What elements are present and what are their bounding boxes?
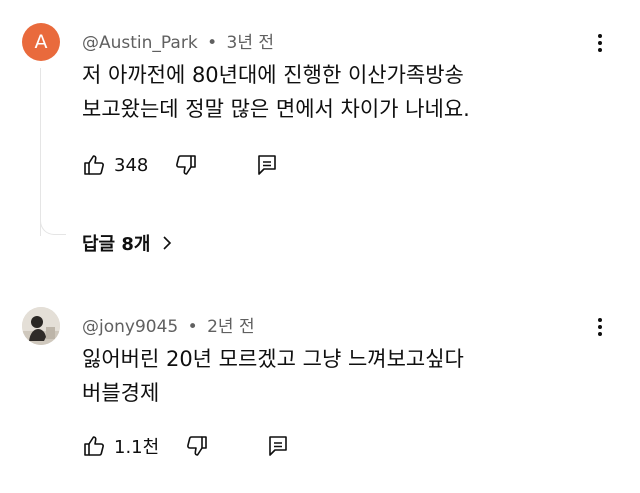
reply-icon xyxy=(258,155,277,175)
reply-button[interactable] xyxy=(256,153,278,177)
comment-time[interactable]: 3년 전 xyxy=(227,33,275,53)
replies-label: 답글 8개 xyxy=(82,234,151,255)
dislike-button[interactable] xyxy=(185,434,209,458)
comment-actions: 1.1천 xyxy=(82,432,289,460)
comment-text-line: 보고왔는데 정말 많은 면에서 차이가 나네요. xyxy=(82,97,470,121)
reply-button[interactable] xyxy=(267,434,289,458)
like-count: 348 xyxy=(114,154,149,176)
chevron-right-icon xyxy=(163,236,172,250)
comment-text: 잃어버린 20년 모르겠고 그냥 느껴보고싶다 버블경제 xyxy=(82,342,464,410)
thread-connector xyxy=(40,205,66,235)
avatar[interactable] xyxy=(22,307,60,345)
comment-meta: @jony9045 • 2년 전 xyxy=(82,312,255,337)
comment-text-line: 버블경제 xyxy=(82,381,160,405)
dislike-button[interactable] xyxy=(174,153,198,177)
meta-separator: • xyxy=(187,317,198,337)
thumbs-down-icon xyxy=(176,155,197,175)
comment-time[interactable]: 2년 전 xyxy=(207,317,255,337)
reply-icon xyxy=(269,436,287,456)
more-actions-button[interactable] xyxy=(592,314,608,340)
comment-text-line: 잃어버린 20년 모르겠고 그냥 느껴보고싶다 xyxy=(82,347,464,371)
author-name[interactable]: @jony9045 xyxy=(82,317,178,337)
like-button[interactable] xyxy=(82,434,106,458)
like-count: 1.1천 xyxy=(114,437,160,458)
comment-actions: 348 xyxy=(82,151,278,179)
comment-meta: @Austin_Park • 3년 전 xyxy=(82,28,274,53)
view-replies-button[interactable]: 답글 8개 xyxy=(82,230,172,256)
comment-2: @jony9045 • 2년 전 잃어버린 20년 모르겠고 그냥 느껴보고싶다… xyxy=(0,290,640,493)
thumbs-down-icon xyxy=(187,436,207,456)
more-actions-button[interactable] xyxy=(592,30,608,56)
meta-separator: • xyxy=(207,33,218,53)
thumbs-up-icon xyxy=(84,155,104,175)
comment-text: 저 아까전에 80년대에 진행한 이산가족방송 보고왔는데 정말 많은 면에서 … xyxy=(82,58,470,126)
avatar[interactable]: A xyxy=(22,23,60,61)
comment-text-line: 저 아까전에 80년대에 진행한 이산가족방송 xyxy=(82,63,464,87)
kebab-menu-icon xyxy=(598,318,602,322)
author-name[interactable]: @Austin_Park xyxy=(82,33,198,53)
like-button[interactable] xyxy=(82,153,106,177)
thumbs-up-icon xyxy=(84,436,104,456)
comment-1: A @Austin_Park • 3년 전 저 아까전에 80년대에 진행한 이… xyxy=(0,0,640,290)
avatar-photo xyxy=(22,307,60,345)
avatar-letter: A xyxy=(34,31,48,53)
kebab-menu-icon xyxy=(598,34,602,38)
